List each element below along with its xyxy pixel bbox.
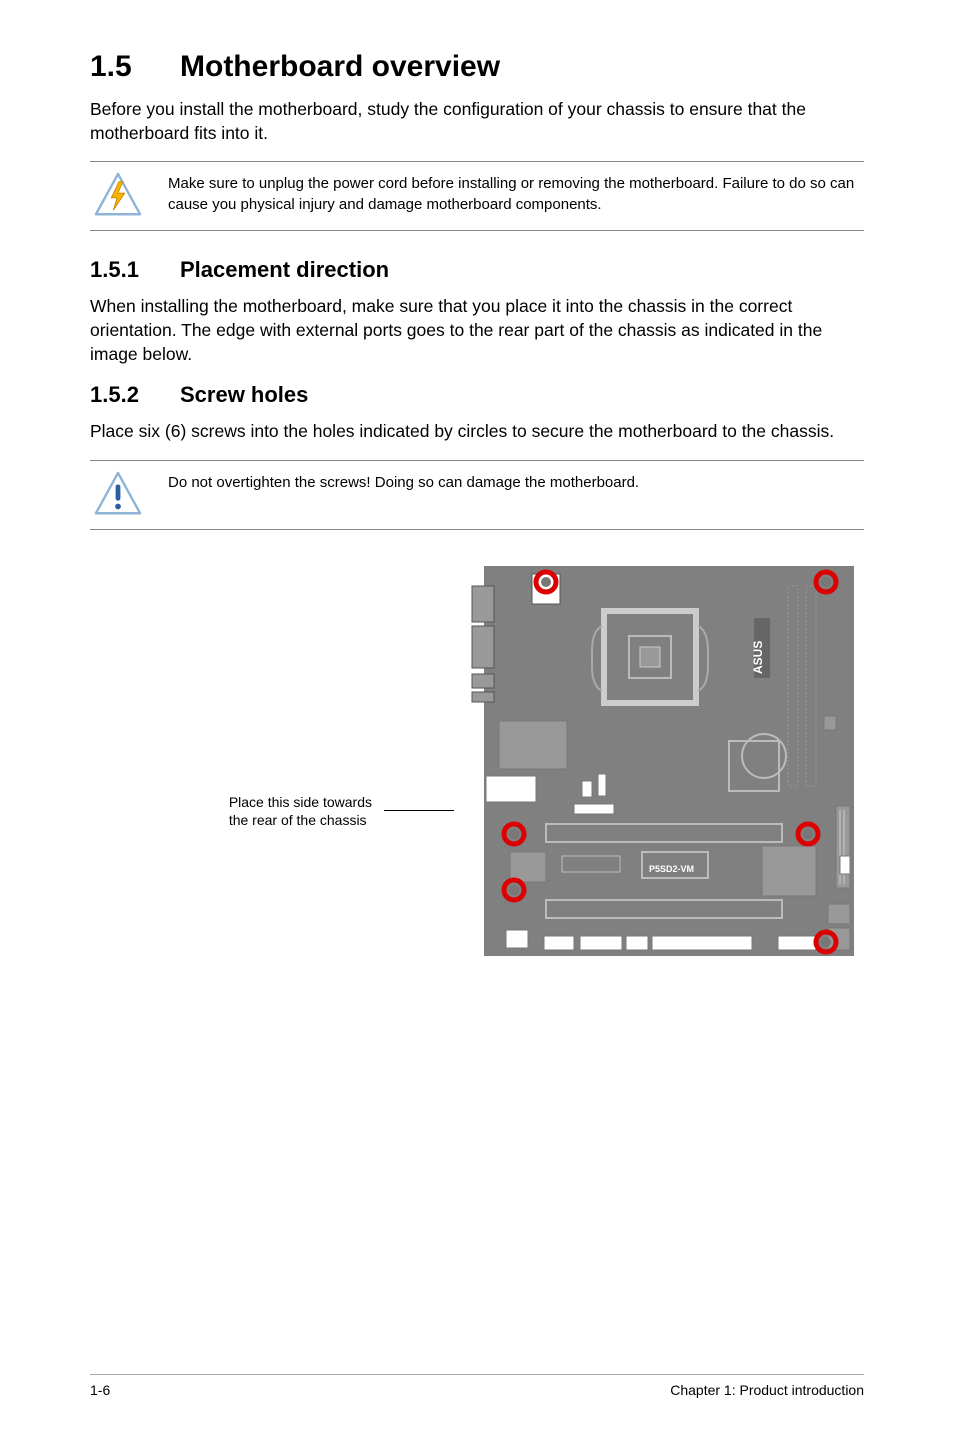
board-name-label: P5SD2-VM (649, 864, 694, 874)
diagram-side-label-line1: Place this side towards (229, 794, 372, 810)
subsection-1-title: 1.5.1Placement direction (90, 257, 864, 283)
page-footer: 1-6 Chapter 1: Product introduction (90, 1374, 864, 1398)
chapter-title: Chapter 1: Product introduction (670, 1382, 864, 1398)
diagram-leader-line (384, 810, 454, 811)
subsection-1-number: 1.5.1 (90, 257, 180, 283)
lightning-warning-icon (94, 172, 142, 220)
section-title-text: Motherboard overview (180, 50, 500, 83)
svg-text:ASUS: ASUS (751, 640, 765, 673)
caution-callout: Do not overtighten the screws! Doing so … (90, 460, 864, 530)
subsection-1-text: When installing the motherboard, make su… (90, 295, 864, 366)
subsection-1-title-text: Placement direction (180, 257, 389, 282)
warning-text: Make sure to unplug the power cord befor… (168, 172, 864, 215)
subsection-2-number: 1.5.2 (90, 382, 180, 408)
section-title: 1.5Motherboard overview (90, 50, 864, 84)
diagram-side-label-line2: the rear of the chassis (229, 812, 367, 828)
motherboard-diagram: Place this side towards the rear of the … (90, 556, 864, 966)
section-intro: Before you install the motherboard, stud… (90, 98, 864, 145)
motherboard-svg: ASUS P5SD2-VM (454, 556, 864, 966)
section-number: 1.5 (90, 50, 180, 84)
subsection-2-text: Place six (6) screws into the holes indi… (90, 420, 864, 444)
exclamation-caution-icon (94, 471, 142, 519)
subsection-2-title: 1.5.2Screw holes (90, 382, 864, 408)
diagram-side-label: Place this side towards the rear of the … (229, 793, 372, 829)
warning-callout: Make sure to unplug the power cord befor… (90, 161, 864, 231)
caution-text: Do not overtighten the screws! Doing so … (168, 471, 639, 493)
subsection-2-title-text: Screw holes (180, 382, 308, 407)
page-number: 1-6 (90, 1382, 110, 1398)
